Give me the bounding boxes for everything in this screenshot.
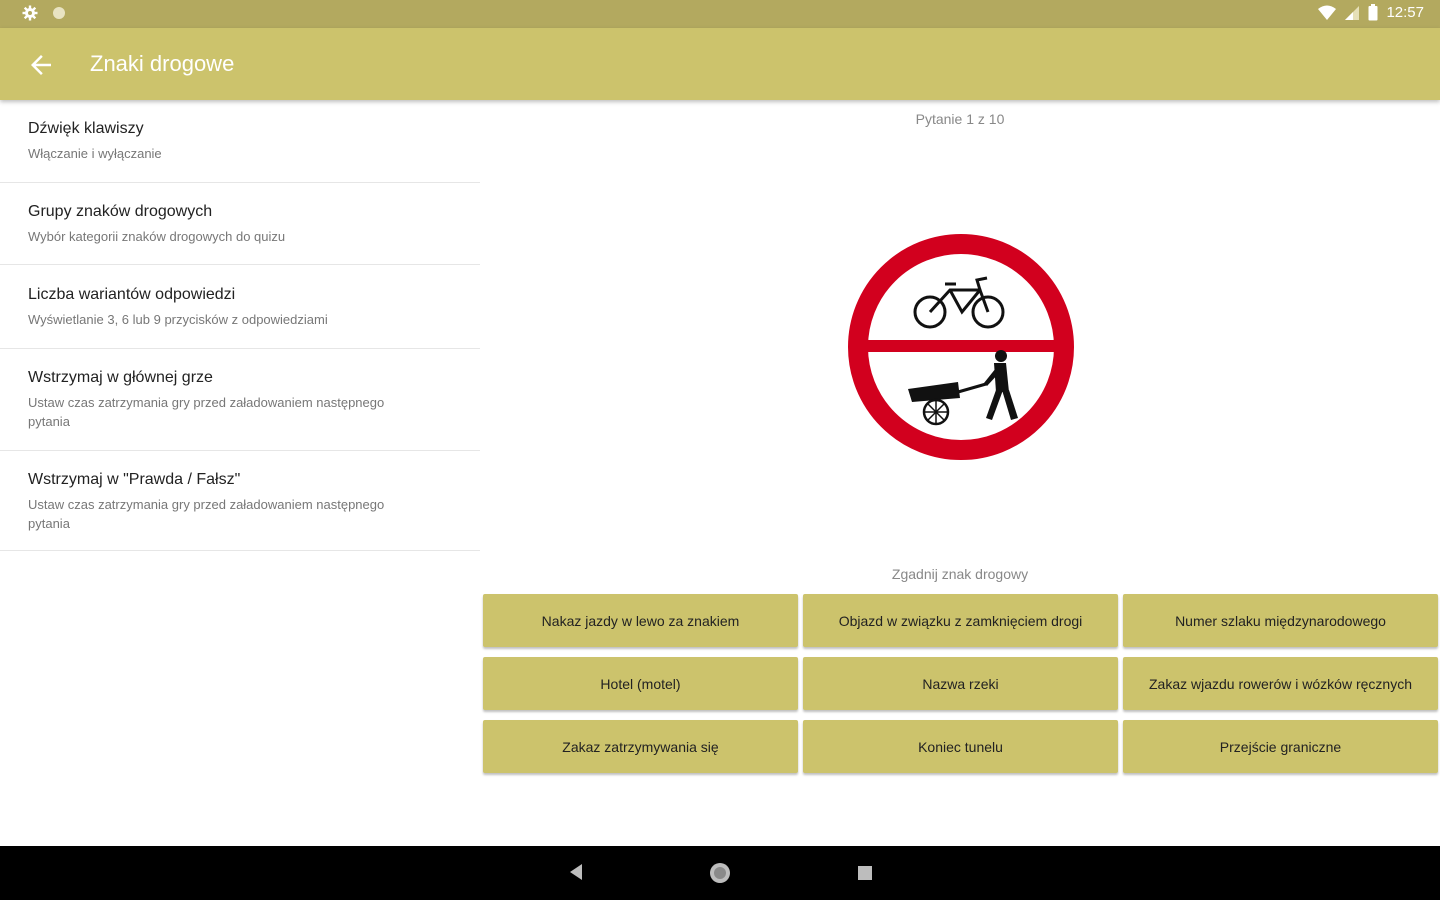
recents-square-icon[interactable] [857,865,873,881]
answer-button[interactable]: Nazwa rzeki [803,657,1118,710]
setting-subtitle: Wyświetlanie 3, 6 lub 9 przycisków z odp… [28,312,328,327]
setting-pause-main-game[interactable]: Wstrzymaj w głównej grze Ustaw czas zatr… [0,349,480,451]
setting-subtitle: Wybór kategorii znaków drogowych do quiz… [28,229,286,244]
setting-key-sound[interactable]: Dźwięk klawiszy Włączanie i wyłączanie [0,100,480,183]
quiz-panel: Pytanie 1 z 10 Zgadnij znak drogowy Naka… [480,100,1440,846]
quiz-prompt: Zgadnij znak drogowy [891,566,1029,582]
back-triangle-icon[interactable] [568,862,584,882]
home-circle-icon[interactable] [708,861,732,885]
answer-button[interactable]: Przejście graniczne [1123,720,1438,773]
setting-sign-groups[interactable]: Grupy znaków drogowych Wybór kategorii z… [0,183,480,265]
page-title: Znaki drogowe [90,51,235,76]
answer-button[interactable]: Objazd w związku z zamknięciem drogi [803,594,1118,647]
setting-title: Liczba wariantów odpowiedzi [28,286,236,303]
setting-subtitle: Włączanie i wyłączanie [28,146,162,161]
navigation-bar [0,846,1440,900]
setting-title: Wstrzymaj w "Prawda / Fałsz" [28,471,241,488]
gear-icon [22,5,38,21]
status-time: 12:57 [1386,4,1424,21]
setting-subtitle: Ustaw czas zatrzymania gry przed załadow… [28,395,385,429]
setting-answer-count[interactable]: Liczba wariantów odpowiedzi Wyświetlanie… [0,265,480,349]
question-counter: Pytanie 1 z 10 [915,111,1005,127]
battery-icon [1368,4,1378,21]
setting-title: Dźwięk klawiszy [28,120,144,137]
setting-pause-true-false[interactable]: Wstrzymaj w "Prawda / Fałsz" Ustaw czas … [0,451,480,551]
signal-icon [1345,5,1360,20]
answer-grid: Nakaz jazdy w lewo za znakiem Objazd w z… [483,594,1438,773]
wifi-icon [1318,5,1337,20]
settings-list: Dźwięk klawiszy Włączanie i wyłączanie G… [0,100,480,551]
answer-button[interactable]: Hotel (motel) [483,657,798,710]
answer-button[interactable]: Numer szlaku międzynarodowego [1123,594,1438,647]
answer-button[interactable]: Koniec tunelu [803,720,1118,773]
back-arrow-icon[interactable] [26,50,56,80]
setting-subtitle: Ustaw czas zatrzymania gry przed załadow… [28,497,385,531]
setting-title: Grupy znaków drogowych [28,203,213,220]
setting-title: Wstrzymaj w głównej grze [28,369,213,386]
circle-icon [53,7,65,19]
answer-button[interactable]: Zakaz wjazdu rowerów i wózków ręcznych [1123,657,1438,710]
status-bar: 12:57 [0,0,1440,28]
answer-button[interactable]: Nakaz jazdy w lewo za znakiem [483,594,798,647]
app-bar: Znaki drogowe [0,28,1440,100]
road-sign-image [848,234,1074,460]
answer-button[interactable]: Zakaz zatrzymywania się [483,720,798,773]
